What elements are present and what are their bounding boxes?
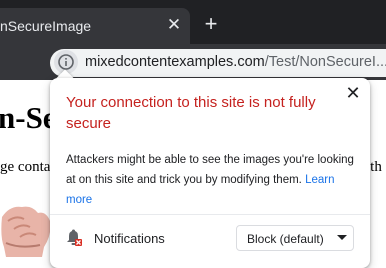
- select-value: Block (default): [247, 232, 324, 246]
- close-icon[interactable]: ✕: [344, 84, 362, 102]
- page-heading: n-Se: [0, 100, 57, 135]
- browser-tab[interactable]: nSecureImage ✕: [0, 8, 190, 44]
- popup-body: Attackers might be able to see the image…: [66, 150, 362, 210]
- permission-label: Notifications: [94, 231, 165, 246]
- page-text: ge conta: [0, 159, 51, 175]
- notifications-permission-select[interactable]: Block (default): [236, 225, 354, 251]
- plus-icon[interactable]: +: [201, 13, 221, 35]
- tab-title: nSecureImage: [0, 18, 92, 34]
- info-icon: [58, 54, 74, 70]
- url-path: /Test/NonSecureI...: [264, 54, 386, 70]
- url-domain: mixedcontentexamples.com: [85, 54, 265, 70]
- fist-image: [0, 197, 56, 257]
- popup-divider: [50, 214, 370, 215]
- url-text[interactable]: mixedcontentexamples.com/Test/NonSecureI…: [85, 54, 386, 70]
- bell-blocked-icon: [67, 229, 82, 246]
- chevron-down-icon: [337, 235, 347, 240]
- popup-title: Your connection to this site is not full…: [66, 94, 316, 132]
- tab-strip: nSecureImage ✕ +: [0, 0, 386, 44]
- close-icon[interactable]: ✕: [165, 16, 183, 34]
